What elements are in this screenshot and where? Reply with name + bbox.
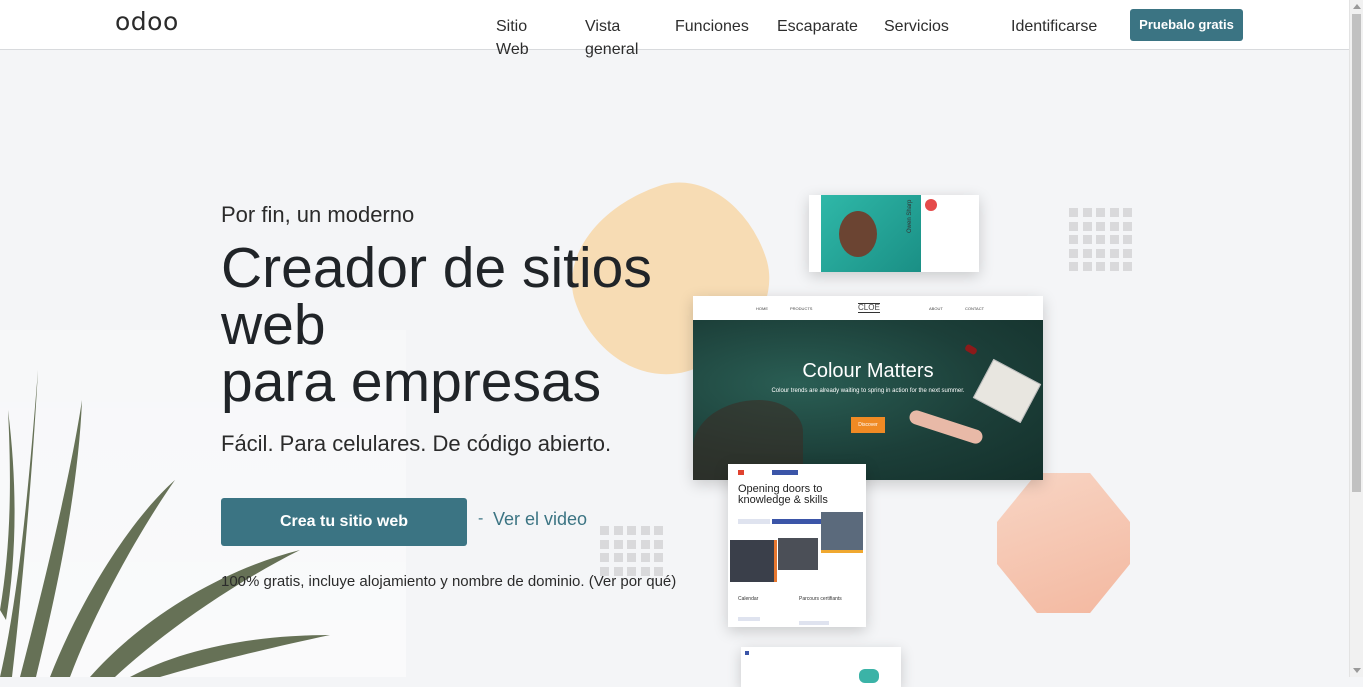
nav-link-sitio-web[interactable]: Sitio Web <box>496 15 556 61</box>
cloe-nav-about: ABOUT <box>929 306 943 311</box>
try-free-button[interactable]: Pruebalo gratis <box>1130 9 1243 41</box>
bottom-card-image <box>859 669 879 683</box>
profile-badge-icon <box>925 199 937 211</box>
hero-pretitle: Por fin, un moderno <box>221 202 415 227</box>
profile-name: Owen Sharp <box>907 199 913 233</box>
free-hosting-note[interactable]: 100% gratis, incluye alojamiento y nombr… <box>221 573 676 590</box>
school-logo-icon <box>738 470 744 475</box>
hero-headline: Creador de sitios web para empresas <box>221 240 701 411</box>
scroll-up-arrow-icon[interactable] <box>1353 4 1361 9</box>
page-scrollbar[interactable] <box>1349 0 1363 677</box>
odoo-logo[interactable]: odoo <box>115 7 179 36</box>
cloe-discover-button: Discover <box>851 417 885 433</box>
headline-line-2: web <box>221 293 326 357</box>
hero-subtitle: Fácil. Para celulares. De código abierto… <box>221 431 612 456</box>
dot-grid-top-right <box>1069 208 1132 271</box>
scroll-thumb[interactable] <box>1352 14 1361 492</box>
cloe-hero-image <box>693 320 1043 480</box>
nav-link-funciones[interactable]: Funciones <box>675 15 749 38</box>
cta-separator: - <box>478 510 484 527</box>
cloe-nav-contact: CONTACT <box>965 306 985 311</box>
create-website-button[interactable]: Crea tu sitio web <box>221 498 467 546</box>
school-photo-1 <box>730 540 777 582</box>
school-photo-3 <box>821 512 863 553</box>
school-title: Opening doors to knowledge & skills <box>738 483 828 506</box>
showcase-bottom-card <box>741 647 901 687</box>
watch-video-link[interactable]: Ver el video <box>493 509 587 530</box>
school-photo-2 <box>778 538 818 570</box>
cloe-subtitle: Colour trends are already waiting to spr… <box>771 388 965 394</box>
cloe-navbar: HOME PRODUCTS CLOE ABOUT CONTACT <box>693 296 1043 320</box>
showcase-profile-card: Owen Sharp <box>809 195 979 272</box>
school-calendar-label: Calendar <box>738 596 759 602</box>
bottom-card-logo-icon <box>745 651 749 655</box>
dot-grid-bottom-left <box>600 526 663 576</box>
showcase-school-card: Opening doors to knowledge & skills Cale… <box>728 464 866 627</box>
cloe-title: Colour Matters <box>802 360 934 382</box>
nav-link-servicios[interactable]: Servicios <box>884 15 949 38</box>
headline-line-3: para empresas <box>221 350 602 414</box>
nav-link-vista-general[interactable]: Vista general <box>585 15 645 61</box>
cloe-brand: CLOE <box>858 303 880 313</box>
cloe-nav-home: HOME <box>756 306 768 311</box>
profile-photo-image <box>821 195 921 272</box>
cloe-nav-products: PRODUCTS <box>790 306 813 311</box>
scroll-down-arrow-icon[interactable] <box>1353 668 1361 673</box>
phone-handset-image <box>907 408 985 446</box>
school-certifications-label: Parcours certifiants <box>799 596 842 602</box>
showcase-cloe-card: HOME PRODUCTS CLOE ABOUT CONTACT Colour … <box>693 296 1043 480</box>
headline-line-1: Creador de sitios <box>221 236 652 300</box>
top-navbar: odoo Sitio Web Vista general Funciones E… <box>0 0 1350 58</box>
peach-octagon-shape <box>997 473 1130 613</box>
login-link[interactable]: Identificarse <box>1011 15 1097 38</box>
nav-link-escaparate[interactable]: Escaparate <box>777 15 858 38</box>
school-nav-button <box>772 470 798 475</box>
